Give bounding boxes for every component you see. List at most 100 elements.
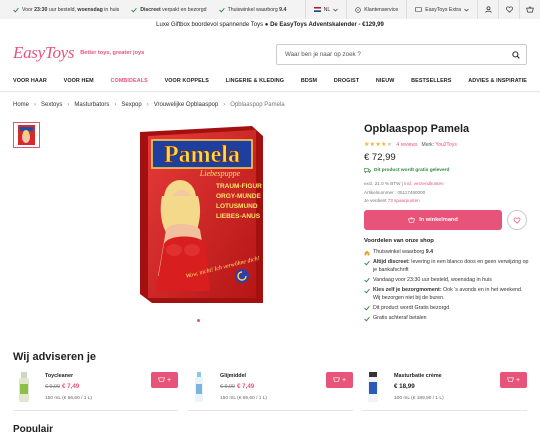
- check-icon: [13, 7, 19, 13]
- nav-bestsellers[interactable]: BESTSELLERS: [411, 78, 451, 84]
- usp-delivery: Voor 23:30 uur besteld, woensdag in huis: [13, 7, 119, 13]
- box-feature-4: LIEBES-ANUS: [216, 213, 261, 220]
- breadcrumb-sexpop[interactable]: Sexpop: [121, 102, 141, 108]
- add-to-cart-button[interactable]: In winkelmand: [364, 210, 502, 230]
- list-item: Gratis achteraf betalen: [364, 315, 530, 322]
- flag-nl-icon: [313, 7, 321, 12]
- add-to-wishlist-button[interactable]: [507, 210, 527, 230]
- points-link[interactable]: 73 spaarpunten: [388, 198, 420, 203]
- basket-icon: [408, 217, 416, 223]
- breadcrumb-sextoys[interactable]: Sextoys: [41, 102, 62, 108]
- chevron-down-icon: [333, 8, 338, 12]
- country-selector[interactable]: NL: [304, 0, 347, 19]
- chevron-right-icon: ›: [146, 102, 149, 108]
- shipping-costs-link[interactable]: incl. verzendkosten: [404, 181, 443, 186]
- plus-icon: +: [341, 376, 347, 384]
- check-icon: [364, 287, 370, 294]
- chevron-right-icon: ›: [67, 102, 70, 108]
- product-thumbnail[interactable]: [13, 122, 40, 148]
- basket-icon: [158, 376, 165, 384]
- recommend-price: € 18,99: [394, 383, 415, 390]
- nav-drogist[interactable]: DROGIST: [334, 78, 359, 84]
- check-icon: [364, 305, 370, 312]
- box-subtitle: Liebespuppe: [199, 169, 241, 178]
- breadcrumb-masturbators[interactable]: Masturbators: [74, 102, 109, 108]
- search-input[interactable]: [277, 51, 506, 58]
- main-nav: VOOR HAAR VOOR HEM COMBIDEALS VOOR KOPPE…: [13, 78, 527, 84]
- logo[interactable]: EasyToys Better toys, greater joys: [13, 43, 144, 63]
- product-meta: excl. 21.0 % BTW | incl. verzendkosten A…: [364, 181, 444, 203]
- carousel-dot[interactable]: [197, 319, 200, 322]
- nav-combideals[interactable]: COMBIDEALS: [111, 78, 148, 84]
- recommend-item-toycleaner[interactable]: Toycleaner € 9,99 € 7,49 150 mL (€ 66,60 …: [13, 370, 178, 411]
- add-to-cart-button[interactable]: +: [326, 372, 353, 388]
- nav-voor-hem[interactable]: VOOR HEM: [64, 78, 94, 84]
- recommend-name[interactable]: Masturbatie crème: [394, 373, 442, 379]
- recommend-name[interactable]: Glijmiddel: [220, 373, 246, 379]
- search-icon: [512, 50, 520, 59]
- product-image[interactable]: Pamela Liebespuppe TRAUM-FIGUR ORGY-MUND…: [138, 126, 263, 303]
- nav-lingerie[interactable]: LINGERIE & KLEDING: [226, 78, 284, 84]
- nav-voor-haar[interactable]: VOOR HAAR: [13, 78, 47, 84]
- nav-voor-koppels[interactable]: VOOR KOPPELS: [165, 78, 209, 84]
- recommend-item-masturbatie-creme[interactable]: Masturbatie crème € 18,99 100 mL (€ 189,…: [362, 370, 527, 411]
- box-title: Pamela: [164, 142, 240, 168]
- breadcrumb: Home › Sextoys › Masturbators › Sexpop › Vro…: [13, 102, 285, 108]
- top-bar: Voor 23:30 uur besteld, woensdag in huis…: [0, 0, 540, 19]
- heart-icon: [505, 6, 513, 13]
- user-icon: [484, 6, 492, 13]
- list-item: Vandaag voor 23:30 uur besteld, woensdag…: [364, 277, 530, 284]
- nav-bdsm[interactable]: BDSM: [301, 78, 317, 84]
- product-title: Opblaaspop Pamela: [364, 123, 470, 135]
- basket-icon: [507, 376, 514, 384]
- customer-service-link[interactable]: Klantenservice: [346, 0, 406, 19]
- divider: [13, 410, 178, 411]
- recommend-price: € 9,99 € 7,49: [45, 383, 80, 390]
- advantages-list: Thuiswinkel waarborg 9.4 Altijd discreet…: [364, 249, 530, 326]
- recommend-price: € 9,99 € 7,49: [220, 383, 255, 390]
- breadcrumb-home[interactable]: Home: [13, 102, 29, 108]
- brand-link[interactable]: You2Toys: [435, 142, 457, 148]
- recommend-volume: 150 mL (€ 66,60 / 1 L): [220, 396, 268, 401]
- product-image: [188, 372, 210, 402]
- check-icon: [364, 277, 370, 284]
- account-button[interactable]: [477, 0, 498, 19]
- chevron-down-icon: [464, 8, 469, 12]
- recommend-volume: 100 mL (€ 189,90 / 1 L): [394, 396, 444, 401]
- star-rating-icon: ★★★★★: [364, 142, 393, 148]
- usp-discreet: Discreet verpakt en bezorgd: [131, 7, 207, 13]
- logo-wordmark: EasyToys: [13, 43, 75, 62]
- add-to-cart-button[interactable]: +: [500, 372, 527, 388]
- recommend-name[interactable]: Toycleaner: [45, 373, 73, 379]
- heart-icon: [513, 216, 521, 224]
- search-button[interactable]: [506, 45, 526, 64]
- thuiswinkel-icon: [364, 249, 370, 256]
- free-shipping-note: Dit product wordt gratis geleverd: [364, 168, 449, 173]
- recommend-item-glijmiddel[interactable]: Glijmiddel € 9,99 € 7,49 150 mL (€ 66,60 …: [188, 370, 353, 411]
- basket-icon: [526, 6, 534, 13]
- divider: [188, 410, 353, 411]
- breadcrumb-opblaaspop[interactable]: Vrouwelijke Opblaaspop: [154, 102, 218, 108]
- easytoys-extra-link[interactable]: EasyToys Extra: [406, 0, 477, 19]
- chat-icon: [355, 6, 361, 13]
- plus-icon: +: [166, 376, 172, 384]
- box-feature-3: LOTUSMUND: [216, 203, 258, 210]
- box-feature-1: TRAUM-FIGUR: [216, 183, 262, 190]
- logo-tagline: Better toys, greater joys: [80, 50, 145, 56]
- add-to-cart-button[interactable]: +: [151, 372, 178, 388]
- popular-title: Populair: [13, 424, 54, 432]
- product-thumbnail-image: [18, 125, 35, 145]
- wishlist-button[interactable]: [498, 0, 519, 19]
- cart-button[interactable]: [519, 0, 540, 19]
- nav-advies[interactable]: ADVIES & INSPIRATIE: [468, 78, 527, 84]
- list-item: Thuiswinkel waarborg 9.4: [364, 249, 530, 256]
- reviews-link[interactable]: 4 reviews: [396, 142, 417, 148]
- search-bar: [276, 44, 527, 65]
- article-number: Artikelnummer : 05117490000: [364, 189, 426, 195]
- check-icon: [131, 7, 137, 13]
- chevron-right-icon: ›: [114, 102, 117, 108]
- nav-nieuw[interactable]: NIEUW: [376, 78, 394, 84]
- list-item: Dit product wordt Gratis bezorgd: [364, 305, 530, 312]
- promo-banner[interactable]: Luxe Giftbox boordevol spannende Toys ● …: [0, 22, 540, 28]
- usp-waarborg: Thuiswinkel waarborg 9.4: [218, 7, 286, 13]
